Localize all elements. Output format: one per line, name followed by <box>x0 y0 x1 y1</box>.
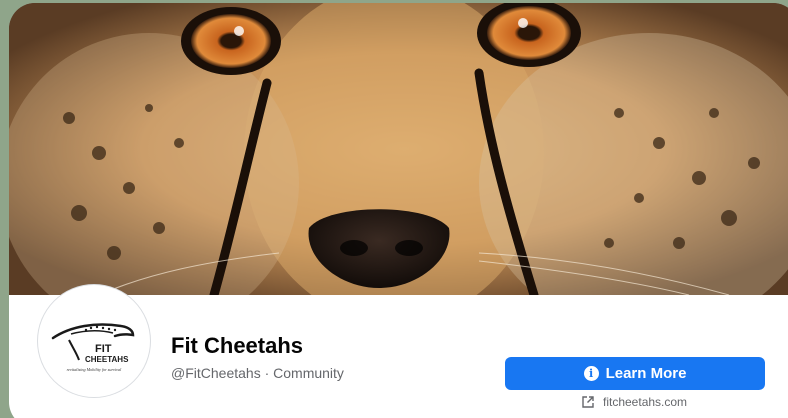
cover-photo[interactable] <box>9 3 788 295</box>
page-header-card: FIT CHEETAHS revitalising Mobility for s… <box>9 3 788 418</box>
logo-line-1: FIT <box>95 343 112 355</box>
external-link-icon <box>582 396 594 408</box>
page-handle-category: @FitCheetahs · Community <box>171 365 344 381</box>
info-icon: i <box>583 366 599 381</box>
cheetah-face-image <box>9 3 788 295</box>
fit-cheetahs-logo: FIT CHEETAHS revitalising Mobility for s… <box>51 323 135 372</box>
learn-more-label: Learn More <box>605 365 687 382</box>
logo-line-2: CHEETAHS <box>85 355 129 364</box>
learn-more-button[interactable]: i Learn More <box>505 357 765 390</box>
page-title[interactable]: Fit Cheetahs <box>171 333 303 359</box>
website-label: fitcheetahs.com <box>603 395 688 409</box>
logo-tagline: revitalising Mobility for survival <box>67 367 122 372</box>
profile-avatar[interactable]: FIT CHEETAHS revitalising Mobility for s… <box>38 285 150 397</box>
website-link[interactable]: fitcheetahs.com <box>581 395 687 409</box>
